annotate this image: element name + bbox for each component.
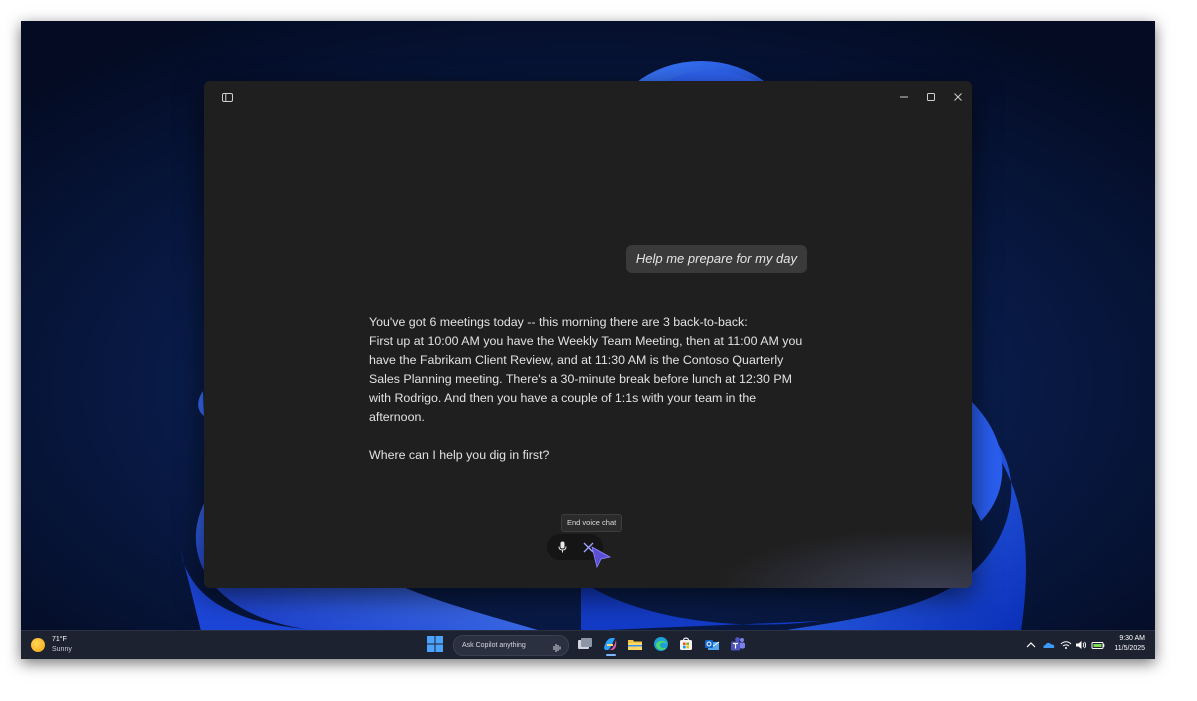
end-voice-tooltip: End voice chat	[561, 514, 623, 532]
voice-input-icon[interactable]	[552, 640, 562, 658]
volume-icon[interactable]	[1074, 638, 1088, 652]
weather-condition: Sunny	[52, 646, 72, 653]
maximize-icon[interactable]	[919, 87, 943, 107]
microphone-icon[interactable]	[553, 538, 571, 556]
sidebar-toggle-icon[interactable]	[215, 87, 239, 107]
reply-line: You've got 6 meetings today -- this morn…	[369, 315, 748, 329]
onedrive-icon[interactable]	[1042, 638, 1056, 652]
edge-icon[interactable]	[653, 636, 671, 654]
wifi-icon[interactable]	[1059, 638, 1073, 652]
close-icon[interactable]	[946, 87, 970, 107]
weather-temperature: 71°F	[52, 636, 67, 643]
desktop-screen: Help me prepare for my day You've got 6 …	[21, 21, 1155, 659]
clock-date: 11/5/2025	[1114, 645, 1145, 652]
clock-time: 9:30 AM	[1119, 635, 1145, 642]
battery-icon[interactable]	[1091, 638, 1105, 652]
minimize-icon[interactable]	[892, 87, 916, 107]
taskbar-clock[interactable]: 9:30 AM 11/5/2025	[1114, 634, 1145, 654]
copilot-window: Help me prepare for my day You've got 6 …	[204, 81, 972, 588]
copilot-icon[interactable]	[602, 636, 620, 654]
active-app-indicator	[606, 654, 616, 656]
pointer-cursor-icon	[588, 545, 614, 574]
chevron-up-icon[interactable]	[1024, 638, 1038, 652]
reply-question: Where can I help you dig in first?	[369, 448, 550, 462]
sun-icon	[31, 638, 45, 652]
copilot-reply: You've got 6 meetings today -- this morn…	[369, 313, 814, 465]
windows-start-icon[interactable]	[427, 636, 445, 654]
task-view-icon[interactable]	[577, 636, 595, 654]
outlook-icon[interactable]	[704, 636, 722, 654]
user-message-bubble: Help me prepare for my day	[625, 245, 807, 273]
copilot-search-box[interactable]: Ask Copilot anything	[453, 635, 569, 656]
store-icon[interactable]	[678, 636, 696, 654]
reply-paragraph: First up at 10:00 AM you have the Weekly…	[369, 334, 803, 424]
search-placeholder: Ask Copilot anything	[462, 642, 526, 649]
file-explorer-icon[interactable]	[627, 636, 645, 654]
teams-icon[interactable]	[730, 636, 748, 654]
taskbar: 71°F Sunny Ask Copilot anything 9:30 AM …	[21, 630, 1155, 659]
